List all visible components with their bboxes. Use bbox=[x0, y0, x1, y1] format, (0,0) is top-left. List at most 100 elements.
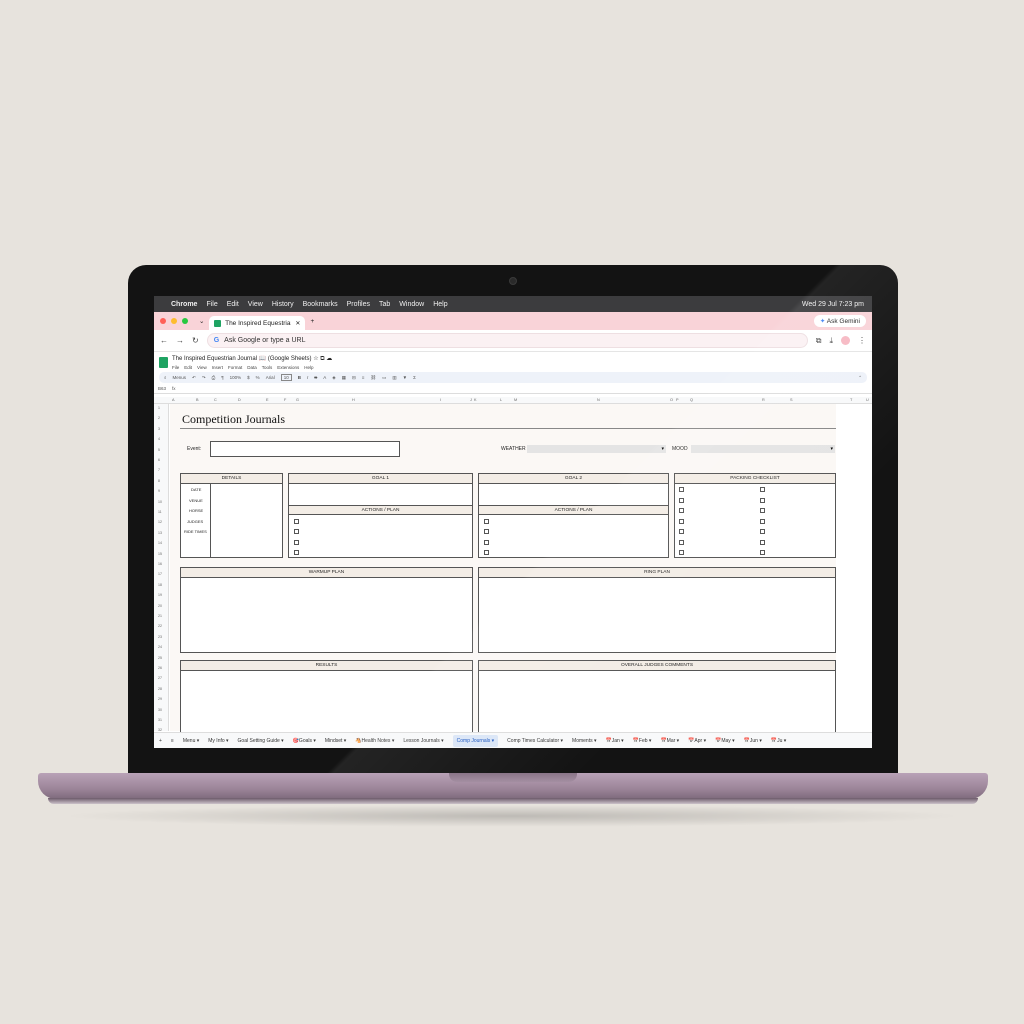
row-header[interactable]: 30 bbox=[158, 708, 162, 712]
sheets-menu-data[interactable]: Data bbox=[247, 365, 257, 370]
weather-dropdown[interactable]: ▾ bbox=[527, 445, 666, 453]
packing-checkbox[interactable] bbox=[679, 519, 684, 524]
row-header[interactable]: 21 bbox=[158, 614, 162, 618]
collapse-toolbar-icon[interactable]: ⌃ bbox=[858, 375, 862, 381]
column-header-t[interactable]: T bbox=[850, 398, 852, 402]
column-header-h[interactable]: H bbox=[352, 398, 355, 402]
menubar-app-name[interactable]: Chrome bbox=[171, 301, 197, 308]
download-icon[interactable]: ⤓ bbox=[829, 336, 833, 346]
menubar-item-tab[interactable]: Tab bbox=[379, 301, 390, 308]
column-header-q[interactable]: Q bbox=[690, 398, 693, 402]
fill-color-icon[interactable]: ◈ bbox=[332, 375, 335, 381]
sheet-tab[interactable]: My Info ▾ bbox=[208, 738, 228, 744]
sheets-menu-edit[interactable]: Edit bbox=[184, 365, 192, 370]
ring-plan-panel[interactable]: RING PLAN bbox=[478, 567, 836, 653]
column-header-l[interactable]: L bbox=[500, 398, 502, 402]
add-sheet-icon[interactable]: + bbox=[159, 738, 162, 744]
italic-icon[interactable]: I bbox=[307, 375, 308, 380]
row-header[interactable]: 18 bbox=[158, 583, 162, 587]
goal-1-checkbox[interactable] bbox=[294, 519, 299, 524]
row-header[interactable]: 1 bbox=[158, 406, 160, 410]
row-header[interactable]: 6 bbox=[158, 458, 160, 462]
profile-avatar[interactable] bbox=[841, 336, 850, 345]
forward-icon[interactable]: → bbox=[176, 336, 184, 345]
link-icon[interactable]: ⛓ bbox=[370, 375, 376, 381]
packing-checkbox[interactable] bbox=[679, 487, 684, 492]
sheet-tab[interactable]: 🎯Goals ▾ bbox=[293, 738, 316, 744]
sheet-tab[interactable]: 📅Apr ▾ bbox=[688, 738, 706, 744]
packing-checkbox[interactable] bbox=[760, 540, 765, 545]
minimize-window-icon[interactable] bbox=[171, 318, 177, 324]
judges-comments-panel[interactable]: OVERALL JUDGES COMMENTS bbox=[478, 660, 836, 740]
filter-icon[interactable]: ▼ bbox=[403, 375, 407, 380]
column-header-u[interactable]: U bbox=[866, 398, 869, 402]
packing-checkbox[interactable] bbox=[679, 529, 684, 534]
move-icon[interactable]: ⧉ bbox=[320, 356, 324, 362]
column-header-p[interactable]: P bbox=[676, 398, 679, 402]
row-header[interactable]: 25 bbox=[158, 656, 162, 660]
goal-1-panel[interactable]: GOAL 1 ACTIONS / PLAN bbox=[288, 473, 473, 558]
sheet-tab[interactable]: 📅May ▾ bbox=[715, 738, 735, 744]
search-menus-icon[interactable]: ⌕ bbox=[164, 375, 167, 380]
menubar-item-help[interactable]: Help bbox=[433, 301, 447, 308]
row-header[interactable]: 28 bbox=[158, 687, 162, 691]
sheets-menu-insert[interactable]: Insert bbox=[212, 365, 223, 370]
packing-checkbox[interactable] bbox=[760, 508, 765, 513]
row-header[interactable]: 12 bbox=[158, 520, 162, 524]
menubar-item-file[interactable]: File bbox=[206, 301, 217, 308]
column-header-e[interactable]: E bbox=[266, 398, 269, 402]
packing-checkbox[interactable] bbox=[679, 508, 684, 513]
goal-1-checkbox[interactable] bbox=[294, 540, 299, 545]
row-header[interactable]: 17 bbox=[158, 572, 162, 576]
row-header[interactable]: 19 bbox=[158, 593, 162, 597]
column-header-s[interactable]: S bbox=[790, 398, 793, 402]
star-icon[interactable]: ☆ bbox=[313, 356, 318, 362]
results-panel[interactable]: RESULTS bbox=[180, 660, 473, 740]
event-input[interactable] bbox=[210, 441, 400, 457]
row-header[interactable]: 8 bbox=[158, 479, 160, 483]
packing-checkbox[interactable] bbox=[760, 550, 765, 555]
sheet-tab[interactable]: 📅Jan ▾ bbox=[606, 738, 624, 744]
sheet-tab[interactable]: Comp Times Calculator ▾ bbox=[507, 738, 563, 744]
menubar-item-edit[interactable]: Edit bbox=[227, 301, 239, 308]
row-header[interactable]: 16 bbox=[158, 562, 162, 566]
packing-checkbox[interactable] bbox=[679, 550, 684, 555]
borders-icon[interactable]: ▦ bbox=[342, 375, 346, 381]
tab-search-chevron-icon[interactable]: ⌄ bbox=[199, 317, 204, 325]
row-header[interactable]: 10 bbox=[158, 500, 162, 504]
cell-reference[interactable]: B63 bbox=[158, 386, 166, 391]
goal-2-checkbox[interactable] bbox=[484, 519, 489, 524]
functions-icon[interactable]: Σ bbox=[413, 375, 416, 380]
row-header[interactable]: 9 bbox=[158, 489, 160, 493]
paint-format-icon[interactable]: ¶ bbox=[221, 375, 223, 380]
close-window-icon[interactable] bbox=[160, 318, 166, 324]
column-header-i[interactable]: I bbox=[440, 398, 441, 402]
packing-checkbox[interactable] bbox=[760, 519, 765, 524]
browser-menu-icon[interactable]: ⋮ bbox=[858, 336, 866, 345]
chart-icon[interactable]: ▥ bbox=[392, 375, 396, 381]
row-header[interactable]: 27 bbox=[158, 676, 162, 680]
reload-icon[interactable]: ↻ bbox=[192, 336, 199, 345]
sheet-tab[interactable]: Comp Journals ▾ bbox=[452, 734, 499, 747]
row-header[interactable]: 13 bbox=[158, 531, 162, 535]
font-size-input[interactable]: 10 bbox=[280, 374, 292, 381]
goal-1-checkbox[interactable] bbox=[294, 529, 299, 534]
sheet-tab[interactable]: Mindset ▾ bbox=[325, 738, 346, 744]
strikethrough-icon[interactable]: S bbox=[314, 375, 317, 380]
column-header-j[interactable]: J bbox=[470, 398, 472, 402]
packing-checklist-panel[interactable]: PACKING CHECKLIST bbox=[674, 473, 836, 558]
bold-icon[interactable]: B bbox=[298, 375, 301, 380]
row-header[interactable]: 7 bbox=[158, 468, 160, 472]
row-header[interactable]: 2 bbox=[158, 416, 160, 420]
browser-tab[interactable]: The Inspired Equestrian Journal ✕ bbox=[209, 316, 306, 330]
undo-icon[interactable]: ↶ bbox=[192, 375, 196, 381]
align-icon[interactable]: ≡ bbox=[362, 375, 365, 380]
row-header[interactable]: 14 bbox=[158, 541, 162, 545]
maximize-window-icon[interactable] bbox=[182, 318, 188, 324]
goal-2-checkbox[interactable] bbox=[484, 529, 489, 534]
menubar-item-history[interactable]: History bbox=[272, 301, 294, 308]
row-header[interactable]: 5 bbox=[158, 448, 160, 452]
currency-icon[interactable]: $ bbox=[247, 375, 250, 380]
ask-gemini-button[interactable]: ✦ Ask Gemini bbox=[813, 315, 866, 327]
column-header-d[interactable]: D bbox=[238, 398, 241, 402]
